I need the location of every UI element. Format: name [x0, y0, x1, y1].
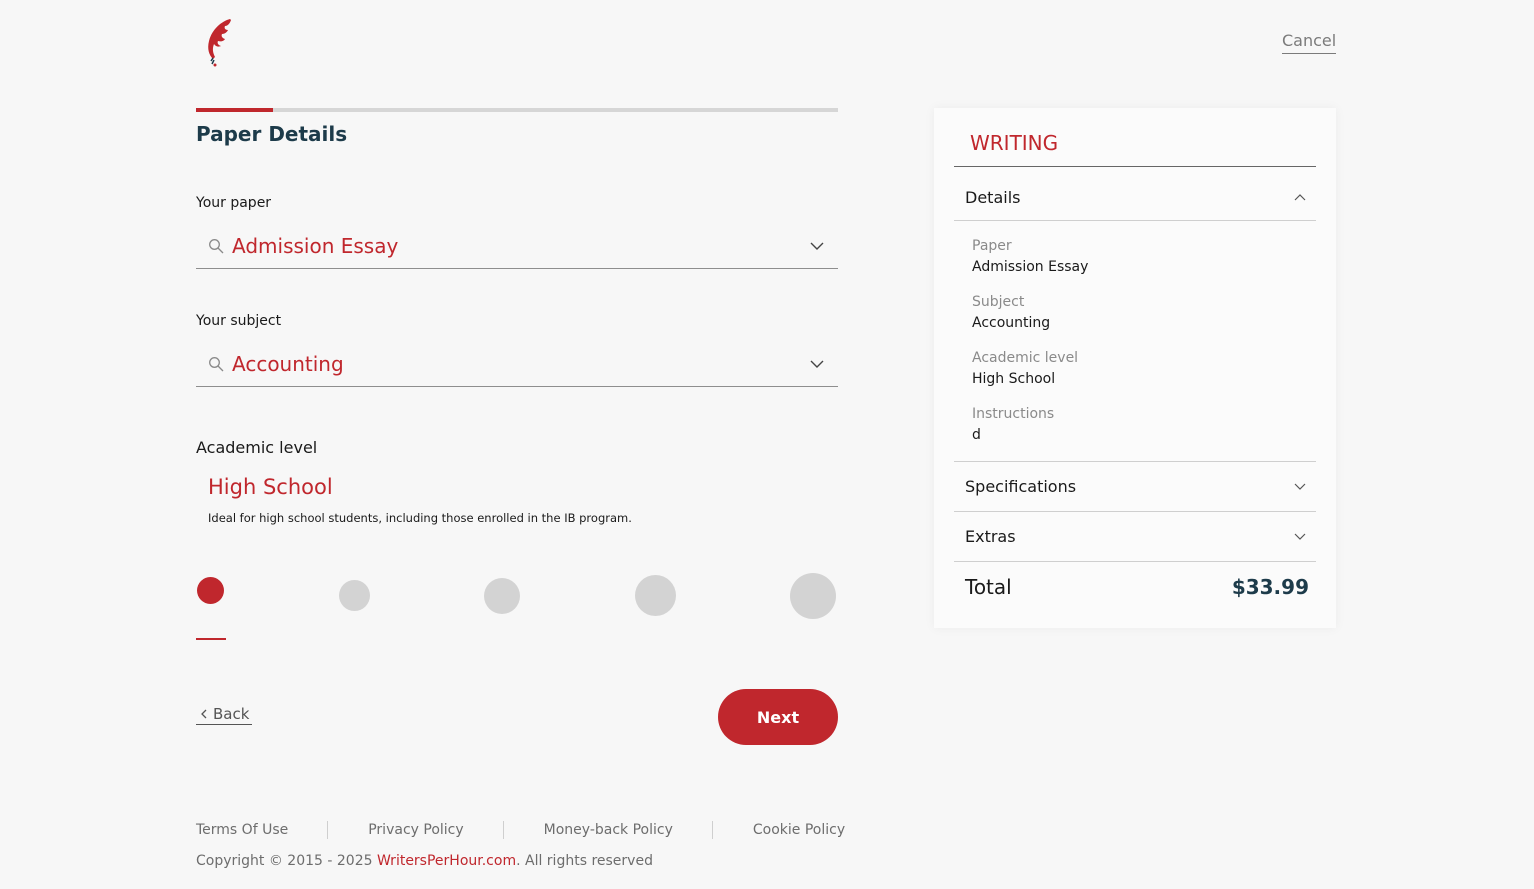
- details-accordion-header[interactable]: Details: [954, 174, 1316, 221]
- detail-key: Academic level: [972, 350, 1079, 366]
- academic-level-title: High School: [208, 475, 333, 499]
- detail-value: Admission Essay: [972, 259, 1089, 275]
- copyright: Copyright © 2015 - 2025 WritersPerHour.c…: [196, 853, 653, 869]
- search-icon: [209, 356, 224, 371]
- academic-level-label: Academic level: [196, 438, 318, 457]
- order-page: Cancel Paper Details Your paper Admissio…: [0, 0, 1534, 889]
- detail-instructions: Instructions d: [972, 406, 1054, 443]
- cancel-link[interactable]: Cancel: [1282, 31, 1337, 54]
- chevron-down-icon: [1294, 533, 1306, 540]
- chevron-left-icon: [201, 709, 207, 719]
- paper-select[interactable]: Admission Essay: [196, 223, 838, 269]
- chevron-down-icon: [1294, 483, 1306, 490]
- level-dot-5[interactable]: [790, 573, 836, 619]
- chevron-down-icon: [810, 360, 824, 368]
- detail-value: High School: [972, 371, 1056, 387]
- chevron-up-icon: [1294, 194, 1306, 201]
- specifications-label: Specifications: [965, 477, 1077, 496]
- copyright-prefix: Copyright © 2015 - 2025: [196, 853, 377, 869]
- site-link[interactable]: WritersPerHour.com: [377, 853, 516, 869]
- progress-fill: [196, 108, 274, 112]
- detail-key: Paper: [972, 238, 1012, 254]
- feather-logo-icon[interactable]: [203, 17, 237, 69]
- detail-value: d: [972, 427, 981, 443]
- specifications-accordion-header[interactable]: Specifications: [954, 462, 1316, 512]
- level-dot-2[interactable]: [339, 580, 370, 611]
- academic-level-description: Ideal for high school students, includin…: [208, 511, 632, 525]
- copyright-suffix: . All rights reserved: [516, 853, 653, 869]
- page-title: Paper Details: [196, 122, 348, 146]
- footer-divider: [327, 821, 329, 839]
- subject-select[interactable]: Accounting: [196, 341, 838, 387]
- back-label: Back: [213, 705, 250, 723]
- back-button[interactable]: Back: [196, 705, 253, 725]
- detail-subject: Subject Accounting: [972, 294, 1050, 331]
- detail-key: Subject: [972, 294, 1025, 310]
- detail-paper: Paper Admission Essay: [972, 238, 1088, 275]
- money-back-link[interactable]: Money-back Policy: [544, 822, 673, 838]
- extras-accordion-header[interactable]: Extras: [954, 512, 1316, 562]
- order-summary-card: WRITING Details Paper Admission Essay Su…: [934, 108, 1336, 628]
- detail-key: Instructions: [972, 406, 1055, 422]
- privacy-link[interactable]: Privacy Policy: [368, 822, 463, 838]
- summary-heading: WRITING: [954, 128, 1316, 167]
- details-label: Details: [965, 187, 1021, 207]
- progress-bar: [196, 108, 838, 112]
- footer-links: Terms Of Use Privacy Policy Money-back P…: [196, 821, 845, 839]
- detail-value: Accounting: [972, 315, 1051, 331]
- extras-label: Extras: [965, 527, 1016, 546]
- paper-value: Admission Essay: [232, 233, 399, 258]
- level-dot-4[interactable]: [635, 575, 676, 616]
- total-label: Total: [965, 575, 1012, 599]
- search-icon: [209, 238, 224, 253]
- detail-academic-level: Academic level High School: [972, 350, 1078, 387]
- level-dot-1[interactable]: [197, 577, 224, 604]
- footer-divider: [711, 821, 713, 839]
- subject-value: Accounting: [232, 351, 344, 376]
- cookie-link[interactable]: Cookie Policy: [753, 822, 845, 838]
- footer-divider: [502, 821, 504, 839]
- terms-link[interactable]: Terms Of Use: [196, 822, 288, 838]
- total-row: Total $33.99: [965, 575, 1309, 599]
- selected-level-indicator: [196, 638, 226, 640]
- chevron-down-icon: [810, 242, 824, 250]
- paper-label: Your paper: [196, 195, 272, 211]
- subject-label: Your subject: [196, 313, 282, 329]
- level-dot-3[interactable]: [484, 578, 520, 614]
- next-button[interactable]: Next: [718, 689, 838, 745]
- total-value: $33.99: [1231, 575, 1309, 599]
